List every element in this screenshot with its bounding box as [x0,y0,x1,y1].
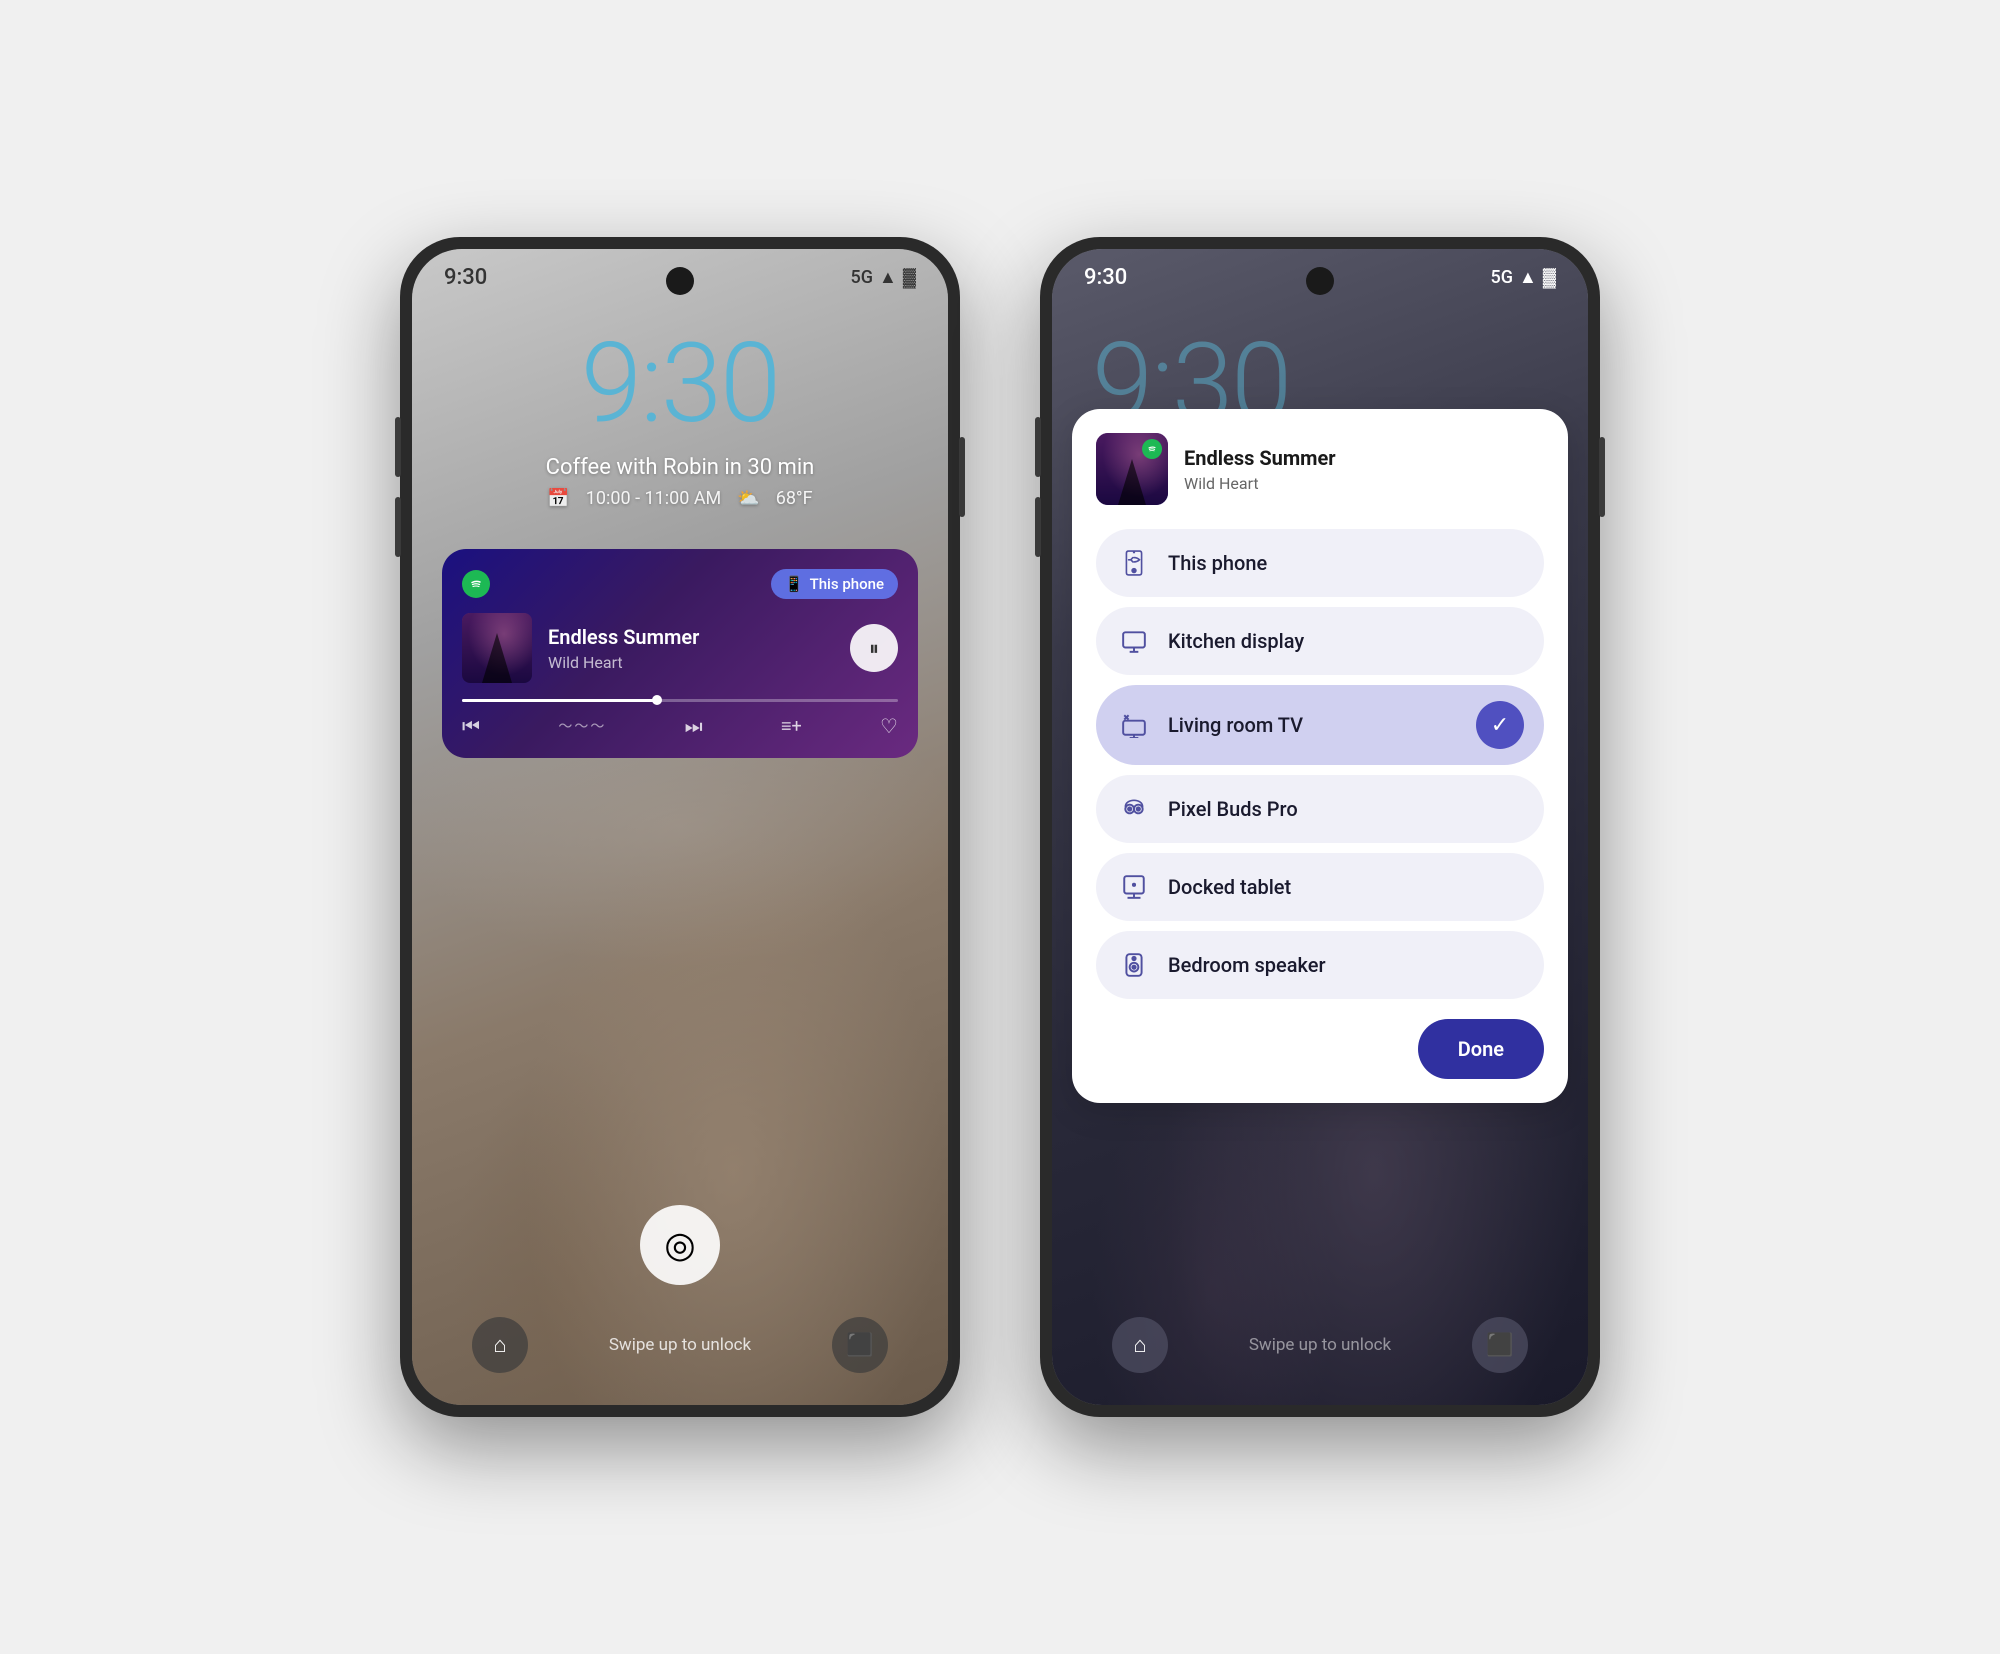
modal-track-title: Endless Summer [1184,446,1336,470]
docked-tablet-icon [1116,869,1152,905]
home-icon: ⌂ [493,1332,506,1358]
right-bottom-nav: ⌂ Swipe up to unlock ⬛ [1052,1305,1588,1405]
device-item-pixel-buds[interactable]: Pixel Buds Pro [1096,775,1544,843]
waveform-icon: 〜〜〜 [558,716,606,736]
right-recents-icon: ⬛ [1486,1333,1513,1358]
album-art [462,613,532,683]
living-room-tv-label: Living room TV [1168,713,1460,737]
recents-button[interactable]: ⬛ [832,1317,888,1373]
left-lock-time: 9:30 [452,329,908,439]
kitchen-display-icon [1116,623,1152,659]
right-front-camera [1306,267,1334,295]
music-player-card[interactable]: 📱 This phone Endless Summer Wild Heart ⏸ [442,549,918,758]
output-device-modal: Endless Summer Wild Heart [1072,409,1568,1103]
progress-fill [462,699,658,702]
right-phone-screen: 9:30 5G ▲ ▓ 9:30 [1052,249,1588,1405]
right-status-time: 9:30 [1084,265,1127,290]
right-signal-icon: ▲ [1519,267,1537,288]
device-item-this-phone[interactable]: This phone [1096,529,1544,597]
pixel-buds-icon [1116,791,1152,827]
event-details: 📅 10:00 - 11:00 AM ⛅ 68°F [452,488,908,509]
bedroom-speaker-icon [1116,947,1152,983]
pause-button[interactable]: ⏸ [850,624,898,672]
music-info: Endless Summer Wild Heart [548,625,834,672]
device-list: This phone Kitchen display [1096,529,1544,999]
right-battery-icon: ▓ [1543,267,1556,288]
music-card-header: 📱 This phone [462,569,898,599]
prev-button[interactable]: ⏮ [462,714,480,738]
right-status-icons: 5G ▲ ▓ [1491,267,1556,288]
left-bottom-nav: ⌂ Swipe up to unlock ⬛ [412,1305,948,1405]
power-button[interactable] [959,437,965,517]
done-label: Done [1458,1037,1504,1061]
fingerprint-icon: ◎ [664,1224,695,1266]
left-lock-content: 9:30 Coffee with Robin in 30 min 📅 10:00… [412,329,948,509]
add-queue-button[interactable]: ≡+ [781,716,802,737]
right-volume-up-button[interactable] [1035,417,1041,477]
left-phone: 9:30 5G ▲ ▓ 9:30 Coffee with Robin in 30… [400,237,960,1417]
weather-temp: 68°F [776,488,813,509]
modal-spotify-icon [1142,439,1162,459]
next-button[interactable]: ⏭ [685,714,703,738]
right-power-button[interactable] [1599,437,1605,517]
left-status-icons: 5G ▲ ▓ [851,267,916,288]
music-controls: ⏮ 〜〜〜 ⏭ ≡+ ♡ [462,714,898,738]
device-item-kitchen-display[interactable]: Kitchen display [1096,607,1544,675]
right-swipe-hint: Swipe up to unlock [1249,1335,1391,1355]
signal-text: 5G [851,267,874,288]
device-item-bedroom-speaker[interactable]: Bedroom speaker [1096,931,1544,999]
right-home-button[interactable]: ⌂ [1112,1317,1168,1373]
modal-header: Endless Summer Wild Heart [1096,433,1544,505]
docked-tablet-label: Docked tablet [1168,875,1524,899]
right-signal-text: 5G [1491,267,1514,288]
volume-up-button[interactable] [395,417,401,477]
device-pill-icon: 📱 [785,575,804,593]
pause-icon: ⏸ [869,636,879,660]
front-camera [666,267,694,295]
done-button[interactable]: Done [1418,1019,1544,1079]
modal-track-info: Endless Summer Wild Heart [1184,446,1336,493]
home-button[interactable]: ⌂ [472,1317,528,1373]
bedroom-speaker-label: Bedroom speaker [1168,953,1524,977]
event-time: 10:00 - 11:00 AM [586,488,721,509]
right-volume-down-button[interactable] [1035,497,1041,557]
right-phone: 9:30 5G ▲ ▓ 9:30 [1040,237,1600,1417]
device-pill[interactable]: 📱 This phone [771,569,898,599]
this-phone-icon [1116,545,1152,581]
volume-down-button[interactable] [395,497,401,557]
progress-bar-area[interactable] [462,699,898,702]
signal-icon: ▲ [879,267,897,288]
recents-icon: ⬛ [846,1333,873,1358]
left-phone-screen: 9:30 5G ▲ ▓ 9:30 Coffee with Robin in 30… [412,249,948,1405]
progress-bar [462,699,898,702]
check-icon: ✓ [1491,713,1509,738]
living-room-tv-icon [1116,707,1152,743]
modal-album-art [1096,433,1168,505]
modal-track-artist: Wild Heart [1184,474,1336,493]
music-card-body: Endless Summer Wild Heart ⏸ [462,613,898,683]
right-home-icon: ⌂ [1133,1332,1146,1358]
spotify-logo [462,570,490,598]
kitchen-display-label: Kitchen display [1168,629,1524,653]
device-item-living-room-tv[interactable]: Living room TV ✓ [1096,685,1544,765]
track-artist: Wild Heart [548,653,834,672]
this-phone-label: This phone [1168,551,1524,575]
track-title: Endless Summer [548,625,834,649]
check-button[interactable]: ✓ [1476,701,1524,749]
device-pill-label: This phone [810,575,884,593]
event-title: Coffee with Robin in 30 min [452,455,908,480]
right-recents-button[interactable]: ⬛ [1472,1317,1528,1373]
like-button[interactable]: ♡ [880,714,898,738]
device-item-docked-tablet[interactable]: Docked tablet [1096,853,1544,921]
swipe-hint: Swipe up to unlock [609,1335,751,1355]
pixel-buds-label: Pixel Buds Pro [1168,797,1524,821]
left-status-time: 9:30 [444,265,487,290]
battery-icon: ▓ [903,267,916,288]
weather-icon: ⛅ [737,488,759,509]
fingerprint-button[interactable]: ◎ [640,1205,720,1285]
calendar-icon: 📅 [547,488,569,509]
